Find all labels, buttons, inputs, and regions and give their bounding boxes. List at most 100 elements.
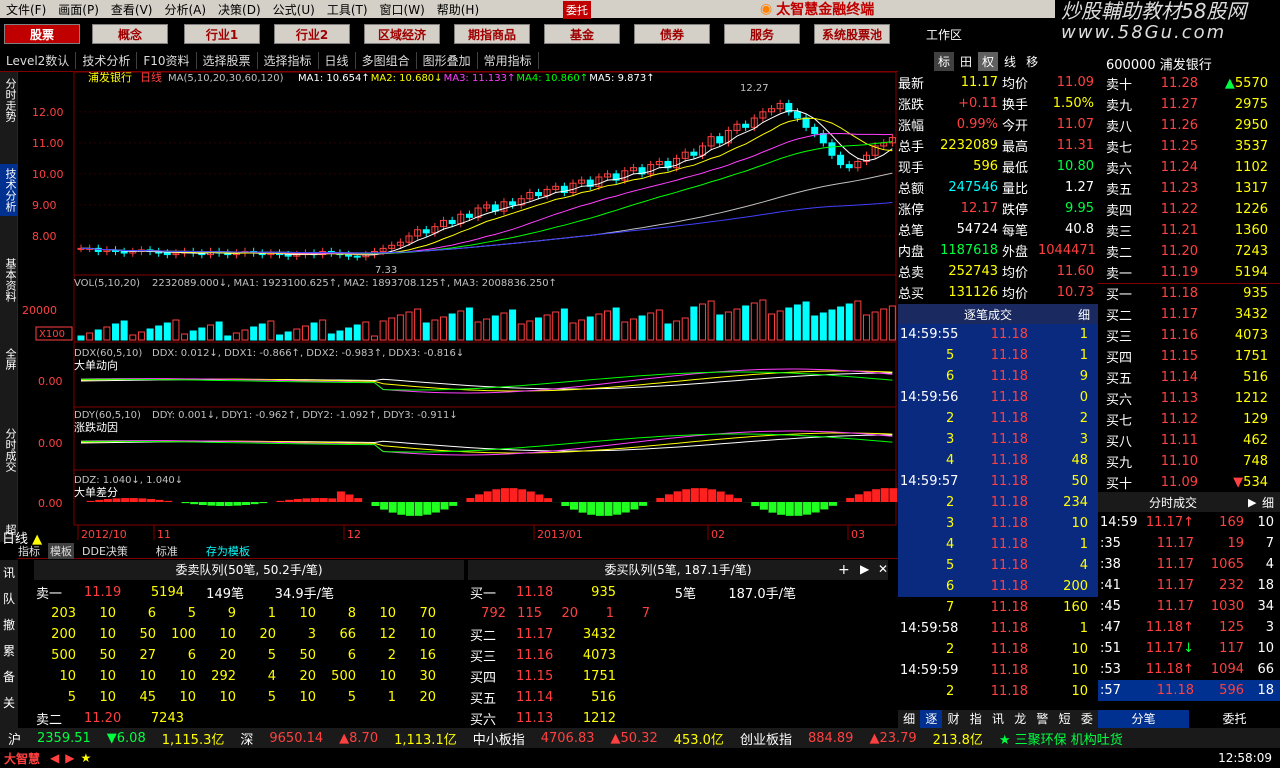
candle-body [534, 192, 542, 197]
toolbar-f10[interactable]: F10资料 [137, 52, 197, 69]
buy-level[interactable]: 买一 11.18 935 [1098, 283, 1280, 304]
level-price: 11.11 [1160, 433, 1198, 448]
queue-sidetab[interactable]: 撤 [0, 612, 18, 638]
intraday-play-icon[interactable]: ▶ [1248, 496, 1262, 509]
tab-weituo[interactable]: 委托 [1189, 710, 1280, 728]
nav-concept[interactable]: 概念 [92, 24, 168, 44]
leftnav-technical[interactable]: 技术分析 [0, 164, 18, 216]
queue-sidetab[interactable]: 关 [0, 690, 18, 716]
tick-tab[interactable]: 龙 [1009, 710, 1031, 728]
queue-play-icon[interactable]: ▶ [860, 562, 869, 576]
q-cell: 10 [379, 606, 396, 621]
nav-service[interactable]: 服务 [724, 24, 800, 44]
tab-standard[interactable]: 标准 [156, 543, 178, 559]
view-tab-quan[interactable]: 权 [978, 52, 999, 71]
toolbar-overlay[interactable]: 图形叠加 [417, 52, 478, 69]
leftnav-fullscreen[interactable]: 全屏 [0, 344, 18, 374]
kline-chart[interactable]: 浦发银行 日线 MA(5,10,20,30,60,120) MA1: 10.65… [18, 72, 898, 542]
buy-level[interactable]: 买十 11.09 ▼534 [1098, 472, 1280, 493]
toolbar-tech[interactable]: 技术分析 [76, 52, 138, 69]
level-price: 11.27 [1160, 97, 1198, 112]
intraday-detail-tab[interactable]: 细 [1262, 494, 1280, 511]
toolbar-select-stock[interactable]: 选择股票 [197, 52, 258, 69]
sell-level[interactable]: 卖四 11.22 1226 [1098, 199, 1280, 220]
tab-template[interactable]: 模板 [48, 542, 74, 559]
sell-level[interactable]: 卖七 11.25 3537 [1098, 136, 1280, 157]
toolbar-common-indicator[interactable]: 常用指标 [478, 52, 539, 69]
candle-body [120, 250, 128, 254]
tab-fenbi[interactable]: 分笔 [1098, 710, 1189, 728]
nav-futures[interactable]: 期指商品 [454, 24, 530, 44]
toolbar-select-indicator[interactable]: 选择指标 [258, 52, 319, 69]
tab-save-template[interactable]: 存为模板 [206, 543, 250, 559]
tick-tab[interactable]: 讯 [987, 710, 1009, 728]
buy-level[interactable]: 买三 11.16 4073 [1098, 325, 1280, 346]
leftnav-intraday[interactable]: 分时走势 [0, 74, 18, 126]
queue-sidetab[interactable]: 队 [0, 586, 18, 612]
nav-stock[interactable]: 股票 [4, 24, 80, 44]
tick-tab[interactable]: 细 [898, 710, 920, 728]
queue-add-icon[interactable]: + [838, 562, 850, 578]
buy-level[interactable]: 买六 11.13 1212 [1098, 388, 1280, 409]
menu-file[interactable]: 文件(F) [0, 1, 52, 18]
nav-industry2[interactable]: 行业2 [274, 24, 350, 44]
buy-level[interactable]: 买七 11.12 129 [1098, 409, 1280, 430]
sell-level[interactable]: 卖八 11.26 2950 [1098, 115, 1280, 136]
queue-sidetab[interactable]: 备 [0, 664, 18, 690]
menu-view[interactable]: 查看(V) [105, 1, 159, 18]
nav-region[interactable]: 区域经济 [364, 24, 440, 44]
buy-level[interactable]: 买九 11.10 748 [1098, 451, 1280, 472]
tick-tab[interactable]: 警 [1031, 710, 1053, 728]
next-icon[interactable]: ▶ [65, 751, 74, 765]
nav-bond[interactable]: 债券 [634, 24, 710, 44]
buy-level[interactable]: 买四 11.15 1751 [1098, 346, 1280, 367]
leftnav-ticks[interactable]: 分时成交 [0, 424, 18, 476]
toolbar-multi[interactable]: 多图组合 [356, 52, 417, 69]
tick-list-detail-tab[interactable]: 细 [1078, 306, 1098, 323]
view-tab-xian[interactable]: 线 [1000, 52, 1020, 71]
queue-sidetab[interactable]: 累 [0, 638, 18, 664]
queue-close-icon[interactable]: ✕ [878, 562, 888, 576]
menu-tools[interactable]: 工具(T) [321, 1, 374, 18]
tick-tab[interactable]: 逐 [920, 710, 943, 728]
buy-level-row: 买五 11.14 516 [470, 687, 890, 708]
sell-level[interactable]: 卖五 11.23 1317 [1098, 178, 1280, 199]
sell-level[interactable]: 卖九 11.27 2975 [1098, 94, 1280, 115]
sell-level[interactable]: 卖十 11.28 ▲5570 [1098, 73, 1280, 94]
toolbar-level2[interactable]: Level2数认 [0, 52, 77, 69]
workarea-label[interactable]: 工作区 [920, 24, 962, 44]
leftnav-fundamental[interactable]: 基本资料 [0, 254, 18, 306]
queue-sidetab[interactable]: 讯 [0, 560, 18, 586]
sell-level[interactable]: 卖二 11.20 7243 [1098, 241, 1280, 262]
menu-view-page[interactable]: 画面(P) [52, 1, 105, 18]
nav-stockpool[interactable]: 系统股票池 [814, 24, 890, 44]
menu-help[interactable]: 帮助(H) [431, 1, 485, 18]
weituo-button[interactable]: 委托 [563, 1, 591, 19]
tick-tab[interactable]: 委 [1076, 710, 1098, 728]
sell-level[interactable]: 卖一 11.19 5194 [1098, 262, 1280, 283]
menu-analysis[interactable]: 分析(A) [158, 1, 212, 18]
view-tab-yi[interactable]: 移 [1022, 52, 1042, 71]
nav-fund[interactable]: 基金 [544, 24, 620, 44]
star-icon[interactable]: ★ [80, 751, 91, 765]
tick-tab[interactable]: 短 [1054, 710, 1076, 728]
volume-bar [267, 320, 275, 341]
menu-decision[interactable]: 决策(D) [212, 1, 267, 18]
view-tab-tian[interactable]: 田 [956, 52, 976, 71]
buy-level[interactable]: 买二 11.17 3432 [1098, 304, 1280, 325]
tab-dde[interactable]: DDE决策 [82, 543, 128, 559]
buy-level[interactable]: 买五 11.14 516 [1098, 367, 1280, 388]
toolbar-daily[interactable]: 日线 [319, 52, 356, 69]
menu-window[interactable]: 窗口(W) [374, 1, 431, 18]
prev-icon[interactable]: ◀ [50, 751, 59, 765]
tab-indicator[interactable]: 指标 [18, 543, 40, 559]
buy-level[interactable]: 买八 11.11 462 [1098, 430, 1280, 451]
sell-level[interactable]: 卖六 11.24 1102 [1098, 157, 1280, 178]
tick-tab[interactable]: 指 [965, 710, 987, 728]
nav-industry1[interactable]: 行业1 [184, 24, 260, 44]
tick-tab[interactable]: 财 [942, 710, 964, 728]
tick-time: 6 [946, 579, 955, 594]
sell-level[interactable]: 卖三 11.21 1360 [1098, 220, 1280, 241]
menu-formula[interactable]: 公式(U) [267, 1, 321, 18]
view-tab-biao[interactable]: 标 [934, 52, 955, 71]
